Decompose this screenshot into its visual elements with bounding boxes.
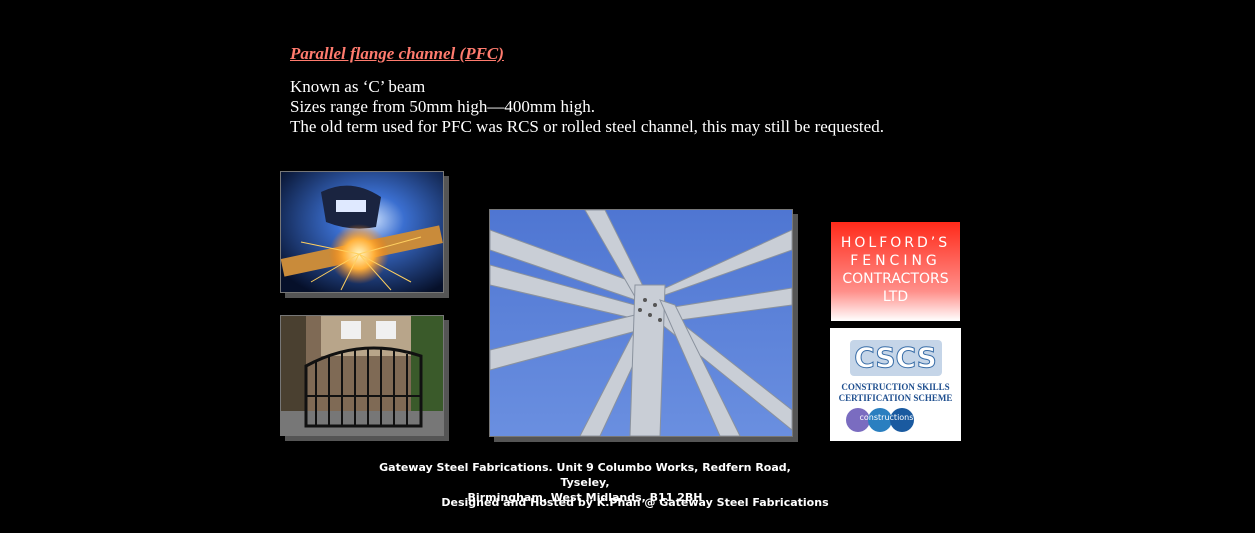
holfords-fencing-logo[interactable]: HOLFORD’S FENCING CONTRACTORS LTD [831, 222, 960, 321]
description: Known as ‘C’ beam Sizes range from 50mm … [290, 77, 884, 137]
construction-skills-badge: constructionskills [845, 408, 946, 432]
description-line-2: Sizes range from 50mm high—400mm high. [290, 97, 596, 116]
footer-credit: Designed and Hosted by K.Phan @ Gateway … [441, 496, 829, 509]
description-line-1: Known as ‘C’ beam [290, 77, 426, 96]
holfords-line-3: CONTRACTORS [842, 271, 949, 287]
cscs-logo[interactable]: CSCS CONSTRUCTION SKILLS CERTIFICATION S… [830, 328, 961, 441]
holfords-line-1: HOLFORD’S [840, 235, 951, 251]
gate-photo [280, 315, 444, 436]
holfords-line-4: LTD [882, 289, 909, 305]
page-heading[interactable]: Parallel flange channel (PFC) [290, 44, 504, 64]
footer-address-line-1: Gateway Steel Fabrications. Unit 9 Colum… [379, 461, 791, 489]
steel-frame-photo [489, 209, 793, 437]
welder-photo [280, 171, 444, 293]
badge-label: constructionskills [859, 413, 929, 422]
holfords-line-2: FENCING [850, 253, 941, 269]
cscs-line-2: CERTIFICATION SCHEME [838, 393, 953, 403]
cscs-line-1: CONSTRUCTION SKILLS [841, 382, 950, 392]
description-line-3: The old term used for PFC was RCS or rol… [290, 117, 884, 136]
cscs-acronym: CSCS [849, 340, 942, 376]
